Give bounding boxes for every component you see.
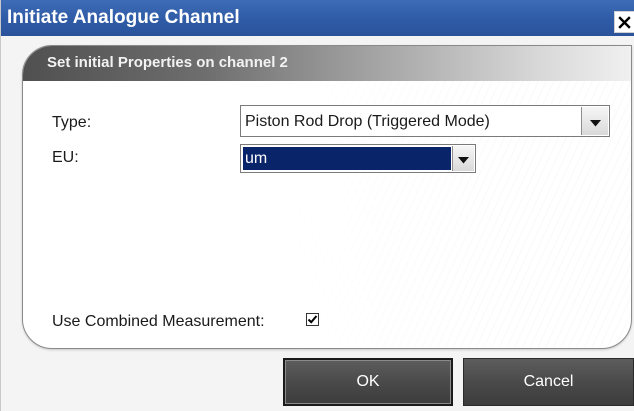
type-dropdown-arrow[interactable] bbox=[581, 107, 608, 135]
chevron-down-icon bbox=[589, 112, 601, 131]
panel-header: Set initial Properties on channel 2 bbox=[23, 46, 631, 81]
eu-selection-highlight bbox=[243, 147, 451, 170]
combined-measurement-checkbox[interactable] bbox=[306, 313, 319, 326]
ok-button[interactable]: OK bbox=[283, 358, 453, 406]
cancel-button[interactable]: Cancel bbox=[463, 358, 634, 406]
combined-measurement-label: Use Combined Measurement: bbox=[52, 313, 265, 330]
close-button[interactable] bbox=[614, 11, 634, 33]
chevron-down-icon bbox=[458, 149, 469, 168]
type-label: Type: bbox=[52, 114, 92, 131]
eu-dropdown-arrow[interactable] bbox=[452, 146, 474, 171]
eu-select-value: um bbox=[245, 150, 268, 167]
close-icon bbox=[618, 15, 631, 29]
properties-panel: Set initial Properties on channel 2 bbox=[22, 45, 632, 349]
panel-header-title: Set initial Properties on channel 2 bbox=[47, 54, 288, 71]
eu-select[interactable]: um bbox=[240, 144, 476, 173]
panel-watermark bbox=[23, 46, 631, 348]
eu-label: EU: bbox=[52, 149, 79, 166]
window-title: Initiate Analogue Channel bbox=[7, 7, 240, 28]
type-select[interactable]: Piston Rod Drop (Triggered Mode) bbox=[240, 105, 610, 137]
type-select-value: Piston Rod Drop (Triggered Mode) bbox=[245, 113, 490, 130]
checkmark-icon bbox=[307, 310, 318, 329]
title-bar[interactable]: Initiate Analogue Channel bbox=[1, 0, 634, 36]
dialog-window: Initiate Analogue Channel Set initial Pr… bbox=[0, 0, 634, 411]
